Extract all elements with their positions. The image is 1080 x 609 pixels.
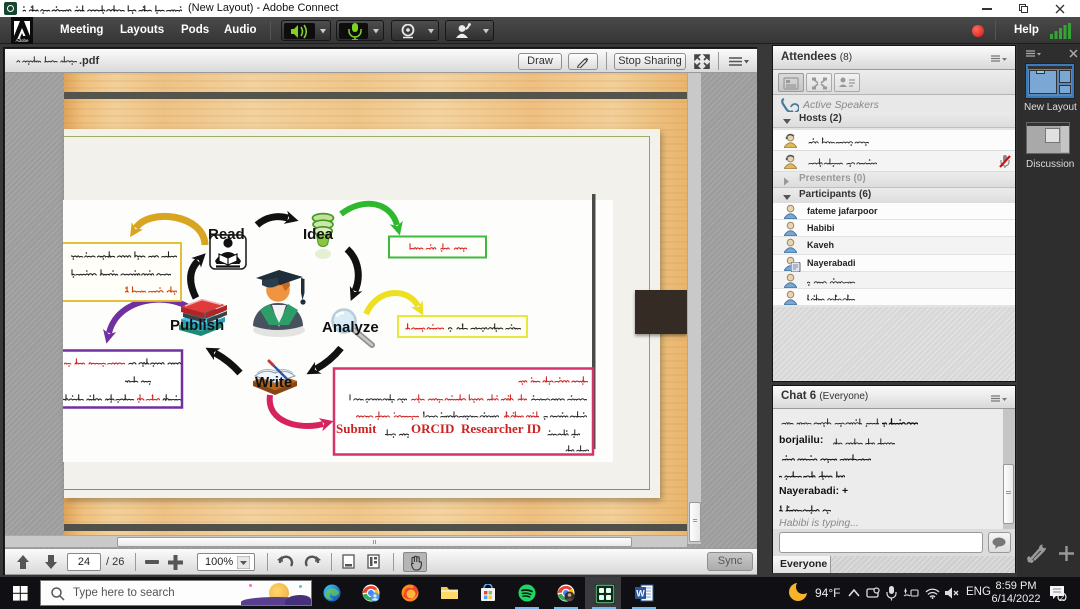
svg-text:Publish: Publish bbox=[170, 317, 224, 334]
svg-text:2: 2 bbox=[1060, 593, 1065, 601]
svg-text:Idea: Idea bbox=[303, 226, 334, 243]
svg-text:Write: Write bbox=[255, 374, 292, 391]
svg-text:Analyze: Analyze bbox=[322, 319, 379, 336]
svg-text:Adobe: Adobe bbox=[15, 38, 29, 43]
svg-text:Read: Read bbox=[208, 226, 245, 243]
svg-text:W: W bbox=[636, 589, 645, 599]
